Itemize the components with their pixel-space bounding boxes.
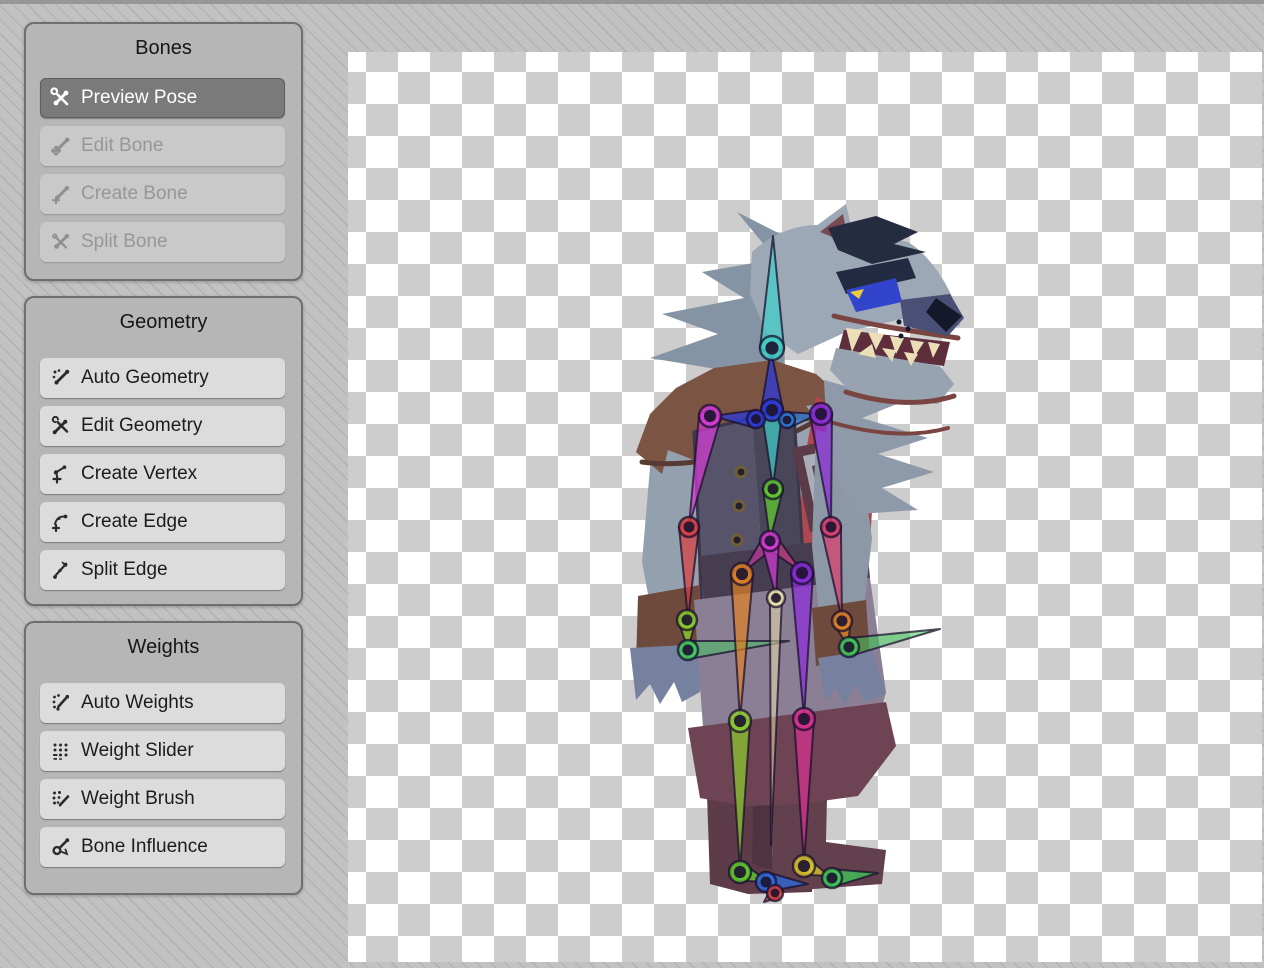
- tool-button-weight-slider[interactable]: Weight Slider: [40, 731, 285, 771]
- sprite-whisker-dot: [897, 320, 902, 325]
- tool-button-label: Auto Weights: [81, 692, 194, 714]
- tool-button-auto-geometry[interactable]: Auto Geometry: [40, 358, 285, 398]
- joint-core-neck: [766, 404, 778, 416]
- panel-geometry: Geometry Auto Geometry Edit Geometry Creat…: [24, 296, 303, 606]
- tool-button-preview-pose[interactable]: Preview Pose: [40, 78, 285, 118]
- joint-core-forearm-right: [826, 522, 837, 533]
- tool-button-edit-bone[interactable]: Edit Bone: [40, 126, 285, 166]
- sprite-canvas[interactable]: [348, 52, 1262, 962]
- auto-geometry-icon: [50, 367, 72, 389]
- joint-core-shin-right: [798, 713, 810, 725]
- tool-button-label: Split Bone: [81, 231, 168, 253]
- joint-core-toes-right: [827, 873, 838, 884]
- split-bone-icon: [50, 231, 72, 253]
- joint-core-shin-left: [734, 715, 746, 727]
- tool-button-create-bone[interactable]: Create Bone: [40, 174, 285, 214]
- werewolf-sprite: [630, 204, 964, 894]
- sprite-vest-eyelet: [734, 501, 744, 511]
- tool-button-weight-brush[interactable]: Weight Brush: [40, 779, 285, 819]
- joint-core-tail: [771, 593, 781, 603]
- joint-core-thigh-right: [796, 567, 808, 579]
- joint-core-clavicle-right: [783, 416, 792, 425]
- joint-core-upper-arm-left: [704, 410, 716, 422]
- joint-core-fingers-left: [683, 645, 694, 656]
- weight-slider-icon: [50, 740, 72, 762]
- joint-core-fingers-right: [844, 642, 855, 653]
- tool-button-label: Create Edge: [81, 511, 188, 533]
- edit-bone-icon: [50, 135, 72, 157]
- edit-geometry-icon: [50, 415, 72, 437]
- tool-button-label: Bone Influence: [81, 836, 208, 858]
- tool-button-bone-influence[interactable]: Bone Influence: [40, 827, 285, 867]
- weight-brush-icon: [50, 788, 72, 810]
- joint-core-hand-left: [682, 615, 693, 626]
- panel-bones: Bones Preview Pose Edit Bone Create Bone Sp…: [24, 22, 303, 281]
- joint-core-heel: [771, 889, 780, 898]
- joint-core-forearm-left: [684, 522, 695, 533]
- tool-button-edit-geometry[interactable]: Edit Geometry: [40, 406, 285, 446]
- create-bone-icon: [50, 183, 72, 205]
- tool-button-label: Auto Geometry: [81, 367, 209, 389]
- create-vertex-icon: [50, 463, 72, 485]
- auto-weights-icon: [50, 692, 72, 714]
- tool-button-split-bone[interactable]: Split Bone: [40, 222, 285, 262]
- sprite-whisker-dot: [906, 327, 911, 332]
- joint-core-head: [765, 341, 778, 354]
- bone-influence-icon: [50, 836, 72, 858]
- sprite-vest-eyelet: [736, 467, 746, 477]
- joint-core-foot-left: [734, 866, 746, 878]
- joint-core-clavicle-left: [751, 414, 761, 424]
- skinning-editor-window: Bones Preview Pose Edit Bone Create Bone Sp…: [0, 0, 1264, 968]
- tool-button-label: Edit Geometry: [81, 415, 202, 437]
- tool-button-label: Preview Pose: [81, 87, 197, 109]
- tool-button-label: Weight Brush: [81, 788, 195, 810]
- tool-button-label: Split Edge: [81, 559, 168, 581]
- tool-button-auto-weights[interactable]: Auto Weights: [40, 683, 285, 723]
- sprite-vest-eyelet: [732, 535, 742, 545]
- sprite-whisker-dot: [899, 334, 904, 339]
- joint-core-upper-arm-right: [815, 408, 827, 420]
- split-edge-icon: [50, 559, 72, 581]
- joint-core-thigh-left: [736, 568, 748, 580]
- tool-button-create-vertex[interactable]: Create Vertex: [40, 454, 285, 494]
- joint-core-spine-lower: [768, 484, 779, 495]
- tool-button-label: Weight Slider: [81, 740, 194, 762]
- panel-title-geometry: Geometry: [26, 310, 301, 334]
- tool-button-label: Edit Bone: [81, 135, 163, 157]
- panel-title-bones: Bones: [26, 36, 301, 60]
- scene-svg: [348, 52, 1262, 962]
- preview-pose-icon: [50, 87, 72, 109]
- panel-weights: Weights Auto Weights Weight Slider Weight …: [24, 621, 303, 895]
- joint-core-hip-center: [765, 536, 776, 547]
- tool-button-split-edge[interactable]: Split Edge: [40, 550, 285, 590]
- panel-title-weights: Weights: [26, 635, 301, 659]
- joint-core-foot-right: [798, 860, 810, 872]
- joint-core-hand-right: [837, 616, 848, 627]
- tool-button-create-edge[interactable]: Create Edge: [40, 502, 285, 542]
- create-edge-icon: [50, 511, 72, 533]
- tool-button-label: Create Bone: [81, 183, 188, 205]
- tool-button-label: Create Vertex: [81, 463, 197, 485]
- window-top-edge: [0, 0, 1264, 4]
